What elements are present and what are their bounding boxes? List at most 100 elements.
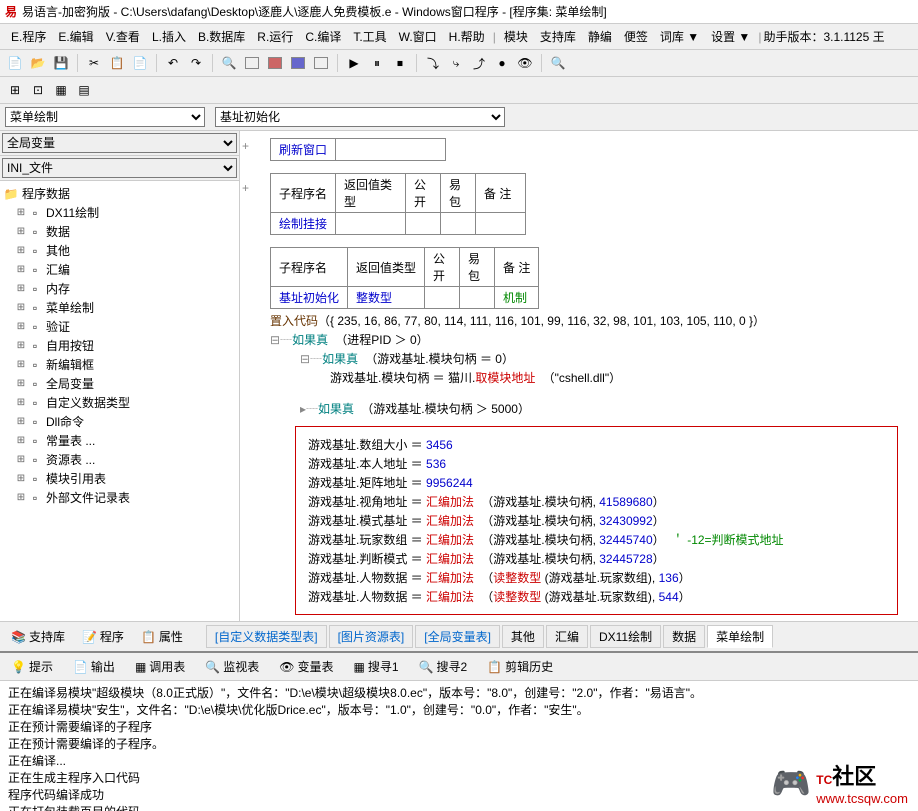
tree-item[interactable]: ⊞▫数据 — [3, 222, 236, 241]
output-tab-output[interactable]: 📄 输出 — [67, 656, 121, 677]
tree-item[interactable]: ⊞▫其他 — [3, 241, 236, 260]
tab-program[interactable]: 📝 程序 — [76, 626, 130, 647]
output-tab-monitor[interactable]: 🔍 监视表 — [199, 656, 265, 677]
expander-icon[interactable]: ⊞ — [15, 226, 27, 237]
menu-database[interactable]: B.数据库 — [192, 26, 251, 47]
expander-icon[interactable]: ⊞ — [15, 321, 27, 332]
ini-file-dropdown[interactable]: INI_文件 — [2, 158, 237, 178]
tree-item[interactable]: ⊞▫菜单绘制 — [3, 298, 236, 317]
expander-icon[interactable]: ⊞ — [15, 302, 27, 313]
function-dropdown[interactable]: 基址初始化 — [215, 107, 505, 127]
tool-b-icon[interactable]: ⊡ — [28, 80, 48, 100]
tree-item[interactable]: ⊞▫验证 — [3, 317, 236, 336]
menu-edit[interactable]: E.编辑 — [52, 26, 99, 47]
expander-icon[interactable]: ⊞ — [15, 207, 27, 218]
menu-view[interactable]: V.查看 — [100, 26, 146, 47]
editor-tab[interactable]: 汇编 — [546, 625, 588, 648]
menu-insert[interactable]: L.插入 — [146, 26, 192, 47]
output-content[interactable]: 正在编译易模块"超级模块（8.0正式版）"，文件名："D:\e\模块\超级模块8… — [0, 681, 918, 811]
expander-icon[interactable]: ⊞ — [15, 473, 27, 484]
redo-button[interactable]: ↷ — [186, 53, 206, 73]
expander-icon[interactable]: ⊞ — [15, 492, 27, 503]
menu-static[interactable]: 静编 — [582, 26, 618, 47]
tree-root[interactable]: 📁 程序数据 — [3, 184, 236, 203]
output-tab-hint[interactable]: 💡 提示 — [5, 656, 59, 677]
menu-support[interactable]: 支持库 — [534, 26, 582, 47]
tree-item[interactable]: ⊞▫模块引用表 — [3, 469, 236, 488]
menu-compile[interactable]: C.编译 — [299, 26, 347, 47]
window2-icon[interactable] — [265, 53, 285, 73]
expander-icon[interactable]: ⊞ — [15, 359, 27, 370]
editor-tab[interactable]: 数据 — [663, 625, 705, 648]
collapse-icon[interactable]: + — [242, 181, 249, 195]
tree-item[interactable]: ⊞▫全局变量 — [3, 374, 236, 393]
step-out-button[interactable]: ⤴ — [469, 53, 489, 73]
copy-button[interactable]: 📋 — [107, 53, 127, 73]
tree-item[interactable]: ⊞▫Dll命令 — [3, 412, 236, 431]
menu-help[interactable]: H.帮助 — [443, 26, 491, 47]
menu-tools[interactable]: T.工具 — [347, 26, 392, 47]
global-var-dropdown[interactable]: 全局变量 — [2, 133, 237, 153]
collapse-icon[interactable]: + — [242, 139, 249, 153]
window3-icon[interactable] — [288, 53, 308, 73]
output-tab-vartable[interactable]: 👁 变量表 — [273, 656, 339, 677]
tree-item[interactable]: ⊞▫内存 — [3, 279, 236, 298]
tab-support-lib[interactable]: 📚 支持库 — [5, 626, 71, 647]
search-person-icon[interactable]: 🔍 — [548, 53, 568, 73]
code-editor[interactable]: + 刷新窗口 + 子程序名 返回值类型 公开 易包 备 注 绘制挂接 子程序名 … — [240, 131, 918, 621]
expander-icon[interactable]: ⊞ — [15, 378, 27, 389]
editor-tab[interactable]: DX11绘制 — [590, 625, 661, 648]
menu-dict[interactable]: 词库 ▼ — [654, 26, 705, 47]
editor-tab[interactable]: [自定义数据类型表] — [206, 625, 327, 648]
tree-item[interactable]: ⊞▫DX11绘制 — [3, 203, 236, 222]
output-tab-search2[interactable]: 🔍 搜寻2 — [413, 656, 474, 677]
tree-item[interactable]: ⊞▫自用按钮 — [3, 336, 236, 355]
editor-tab[interactable]: 其他 — [502, 625, 544, 648]
save-button[interactable]: 💾 — [51, 53, 71, 73]
tree-item[interactable]: ⊞▫资源表 ... — [3, 450, 236, 469]
watch-button[interactable]: 👁 — [515, 53, 535, 73]
run-button[interactable]: ▶ — [344, 53, 364, 73]
breakpoint-button[interactable]: ● — [492, 53, 512, 73]
output-tab-search1[interactable]: ▦ 搜寻1 — [348, 656, 405, 677]
cut-button[interactable]: ✂ — [84, 53, 104, 73]
tab-properties[interactable]: 📋 属性 — [135, 626, 189, 647]
tree-item[interactable]: ⊞▫汇编 — [3, 260, 236, 279]
step-over-button[interactable]: ⤵ — [423, 53, 443, 73]
editor-tab[interactable]: [图片资源表] — [329, 625, 414, 648]
expander-icon[interactable]: ⊞ — [15, 397, 27, 408]
expander-icon[interactable]: ⊞ — [15, 340, 27, 351]
find-button[interactable]: 🔍 — [219, 53, 239, 73]
pause-button[interactable]: ⏸ — [367, 53, 387, 73]
window4-icon[interactable] — [311, 53, 331, 73]
tree-item[interactable]: ⊞▫自定义数据类型 — [3, 393, 236, 412]
menu-settings[interactable]: 设置 ▼ — [705, 26, 756, 47]
expander-icon[interactable]: ⊞ — [15, 245, 27, 256]
tool-a-icon[interactable]: ⊞ — [5, 80, 25, 100]
tree-item[interactable]: ⊞▫外部文件记录表 — [3, 488, 236, 507]
new-button[interactable]: 📄 — [5, 53, 25, 73]
window1-icon[interactable] — [242, 53, 262, 73]
menu-notes[interactable]: 便签 — [618, 26, 654, 47]
menu-window[interactable]: W.窗口 — [393, 26, 443, 47]
menu-run[interactable]: R.运行 — [251, 26, 299, 47]
tree-item[interactable]: ⊞▫常量表 ... — [3, 431, 236, 450]
assembly-dropdown[interactable]: 菜单绘制 — [5, 107, 205, 127]
editor-tab[interactable]: 菜单绘制 — [707, 625, 773, 648]
step-into-button[interactable]: ⤷ — [446, 53, 466, 73]
expander-icon[interactable]: ⊞ — [15, 454, 27, 465]
tool-d-icon[interactable]: ▤ — [74, 80, 94, 100]
paste-button[interactable]: 📄 — [130, 53, 150, 73]
output-tab-cliphist[interactable]: 📋 剪辑历史 — [481, 656, 559, 677]
undo-button[interactable]: ↶ — [163, 53, 183, 73]
expander-icon[interactable]: ⊞ — [15, 435, 27, 446]
tool-c-icon[interactable]: ▦ — [51, 80, 71, 100]
menu-program[interactable]: E.程序 — [5, 26, 52, 47]
expander-icon[interactable]: ⊞ — [15, 283, 27, 294]
editor-tab[interactable]: [全局变量表] — [415, 625, 500, 648]
tree-item[interactable]: ⊞▫新编辑框 — [3, 355, 236, 374]
menu-module[interactable]: 模块 — [498, 26, 534, 47]
output-tab-calltable[interactable]: ▦ 调用表 — [129, 656, 191, 677]
project-tree[interactable]: 📁 程序数据 ⊞▫DX11绘制⊞▫数据⊞▫其他⊞▫汇编⊞▫内存⊞▫菜单绘制⊞▫验… — [0, 181, 239, 621]
stop-button[interactable]: ⏹ — [390, 53, 410, 73]
